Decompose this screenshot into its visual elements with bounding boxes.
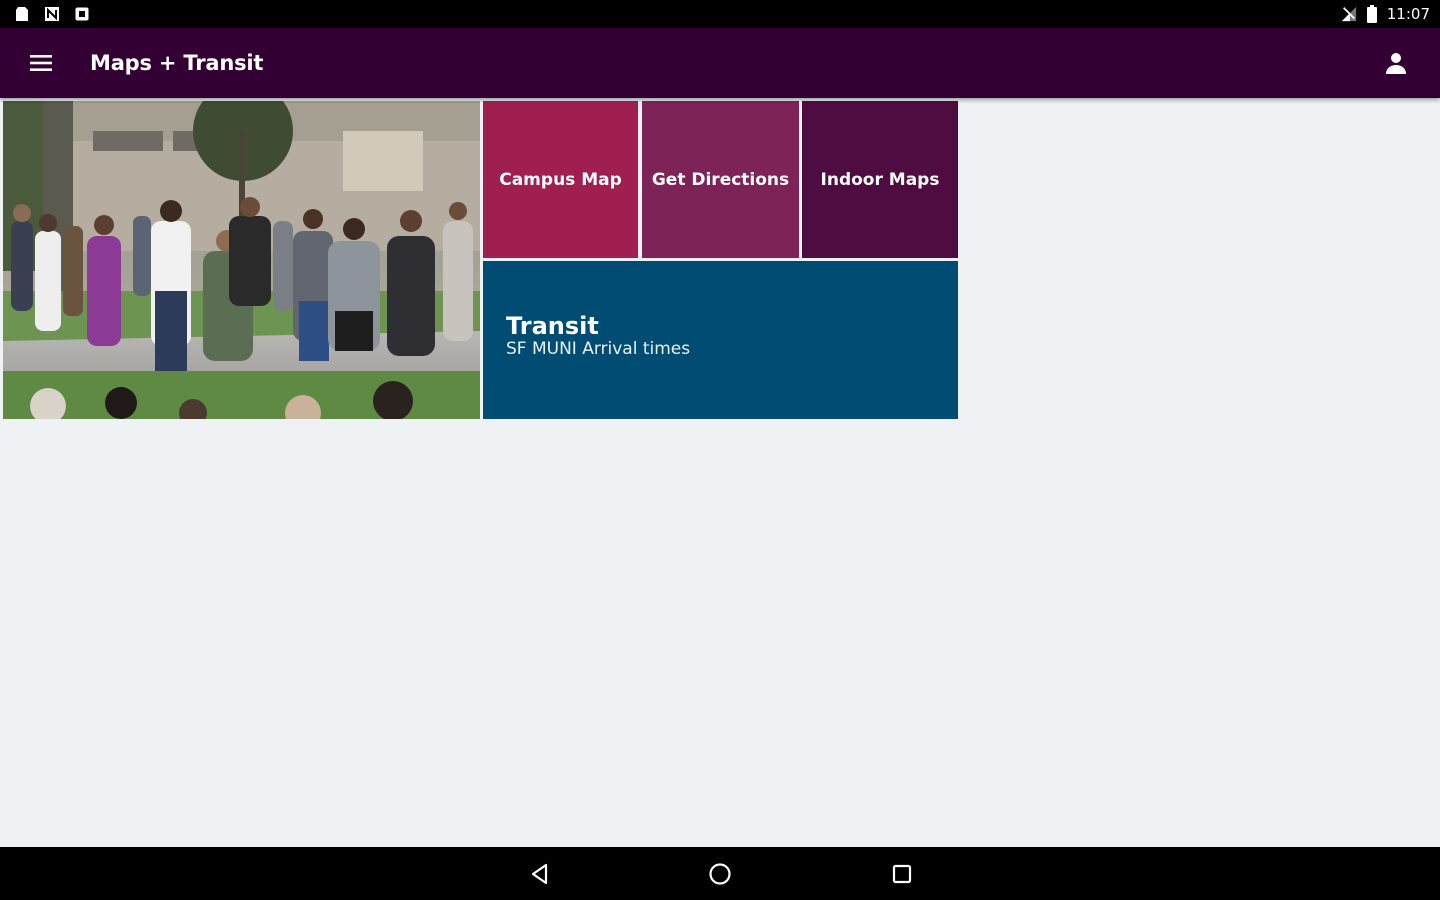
recents-button[interactable] bbox=[872, 847, 932, 900]
recents-icon bbox=[892, 864, 912, 883]
content-area: Campus Map Get Directions Indoor Maps Tr… bbox=[0, 98, 1440, 847]
person-icon bbox=[1386, 53, 1406, 74]
status-bar: 11:07 bbox=[0, 0, 1440, 28]
n-icon bbox=[45, 7, 59, 21]
get-directions-label: Get Directions bbox=[651, 169, 790, 190]
indoor-maps-label: Indoor Maps bbox=[820, 169, 940, 190]
campus-photo bbox=[3, 101, 480, 419]
status-system: 11:07 bbox=[1341, 5, 1430, 23]
home-icon bbox=[709, 862, 731, 885]
transit-subtitle: SF MUNI Arrival times bbox=[506, 339, 691, 359]
signal-icon bbox=[1341, 6, 1356, 22]
battery-icon bbox=[1366, 5, 1377, 23]
status-time: 11:07 bbox=[1386, 5, 1430, 23]
campus-map-label: Campus Map bbox=[499, 169, 622, 190]
indoor-maps-tile[interactable]: Indoor Maps bbox=[802, 101, 958, 258]
campus-map-tile[interactable]: Campus Map bbox=[483, 101, 638, 258]
status-notifications bbox=[14, 6, 90, 22]
hamburger-menu-icon bbox=[30, 55, 52, 71]
page-title: Maps + Transit bbox=[90, 51, 264, 75]
sd-card-icon bbox=[16, 7, 28, 21]
back-button[interactable] bbox=[510, 847, 570, 900]
campus-photo-illustration bbox=[3, 101, 480, 419]
transit-tile[interactable]: Transit SF MUNI Arrival times bbox=[483, 261, 958, 419]
screenshot-icon bbox=[75, 7, 89, 21]
home-button[interactable] bbox=[690, 847, 750, 900]
back-icon bbox=[531, 863, 548, 884]
system-nav-bar bbox=[0, 847, 1440, 900]
get-directions-tile[interactable]: Get Directions bbox=[642, 101, 799, 258]
menu-button[interactable] bbox=[19, 41, 63, 85]
transit-title: Transit bbox=[506, 312, 599, 340]
app-bar: Maps + Transit bbox=[0, 28, 1440, 98]
account-button[interactable] bbox=[1374, 41, 1418, 85]
